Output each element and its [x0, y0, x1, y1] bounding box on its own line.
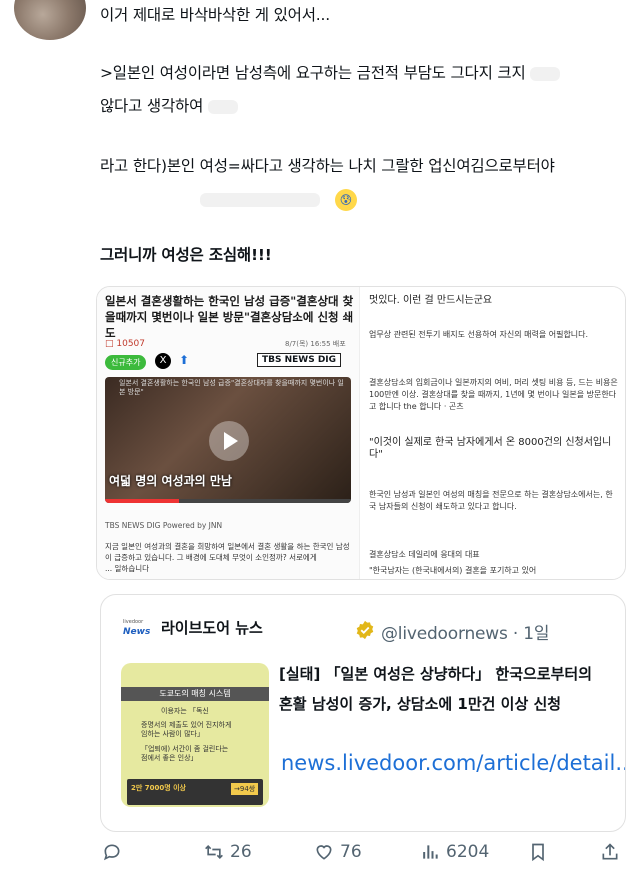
article-text: 업무상 관련된 전투기 배지도 선용하여 자신의 매력을 어필합니다.	[369, 330, 589, 339]
tweet-line: 그러니까 여성은 조심해!!!	[100, 246, 272, 264]
thumb-stat: 2만 7000명 이상	[131, 784, 186, 792]
share-icon: ⬆	[179, 353, 190, 367]
livedoor-logo: livedoor News	[123, 619, 151, 637]
blurred-emoji	[207, 99, 238, 114]
play-icon	[209, 421, 249, 461]
view-count: 6204	[446, 842, 490, 862]
thumb-title: 도쿄도의 매칭 시스템	[121, 687, 269, 701]
x-icon: X	[155, 353, 171, 369]
comment-count: □ 10507	[105, 339, 146, 349]
retweet-count: 26	[230, 842, 252, 862]
quoted-link-card[interactable]: livedoor News 라이브도어 뉴스 @livedoornews · 1일…	[100, 594, 626, 832]
video-overlay-text: 일본서 결혼생활하는 한국인 남성 급증"결혼상대자를 찾을때까지 몇번이나 일…	[119, 379, 344, 396]
anxious-face-emoji: 😰	[334, 188, 357, 211]
article-quote: "이것이 실제로 한국 남자에게서 온 8000건의 신청서입니다"	[369, 437, 612, 460]
reply-button[interactable]	[102, 842, 122, 862]
tweet-line: 😰	[100, 188, 357, 211]
link-url[interactable]: news.livedoor.com/article/detail......	[281, 747, 625, 779]
account-name[interactable]: 라이브도어 뉴스	[161, 617, 263, 638]
link-title[interactable]: [실태] 「일본 여성은 상냥하다」 한국으로부터의 혼활 남성이 증가, 상담…	[279, 659, 609, 719]
blurred-emoji	[530, 66, 561, 81]
video-credit: TBS NEWS DIG Powered by JNN	[105, 521, 223, 530]
media-image-left[interactable]: 일본서 결혼생활하는 한국인 남성 급증"결혼상대 찾을때까지 몇번이나 일본 …	[97, 287, 360, 579]
like-button[interactable]: 76	[314, 842, 362, 862]
article-text: 한국인 남성과 일본인 여성의 매칭을 전문으로 하는 결혼상담소에서는, 한국…	[369, 490, 613, 511]
avatar[interactable]	[14, 0, 86, 40]
tweet-line: 라고 한다)본인 여성=싸다고 생각하는 나치 그랄한 업신여김으로부터야	[100, 157, 555, 175]
bookmark-button[interactable]	[528, 842, 548, 862]
tweet-line: 않다고 생각하여	[100, 95, 238, 117]
media-image-right[interactable]: 멋있다. 이런 걸 만드시는군요 업무상 관련된 전투기 배지도 선용하여 자신…	[361, 287, 625, 579]
video-player: 일본서 결혼생활하는 한국인 남성 급증"결혼상대자를 찾을때까지 몇번이나 일…	[105, 377, 351, 503]
news-body: 지금 일본인 여성과의 결혼을 희망하여 일본에서 결혼 생활을 하는 한국인 …	[105, 542, 350, 573]
article-text: 멋있다. 이런 걸 만드시는군요	[369, 295, 493, 306]
share-button[interactable]	[600, 842, 620, 862]
account-handle[interactable]: @livedoornews · 1일	[381, 619, 550, 644]
tweet-media[interactable]: 일본서 결혼생활하는 한국인 남성 급증"결혼상대 찾을때까지 몇번이나 일본 …	[96, 286, 626, 580]
share-icon	[602, 843, 618, 860]
article-text: 결혼상담소의 입회금이나 일본까지의 여비, 머리 셋팅 비용 등, 드는 비용…	[369, 378, 618, 411]
views-chart-icon	[423, 845, 438, 859]
video-caption: 여덟 명의 여성과의 만남	[109, 474, 232, 488]
thumb-badge: →94쌍	[231, 783, 259, 795]
retweet-icon	[205, 844, 223, 860]
tbs-logo: TBS NEWS DIG	[257, 353, 342, 367]
tweet-action-bar: 26 76 6204	[0, 842, 640, 870]
tweet-line: >일본인 여성이라면 남성측에 요구하는 금전적 부담도 그다지 크지	[100, 62, 561, 84]
thumb-text: 이용자는 「독신	[161, 707, 209, 715]
bookmark-icon	[532, 843, 544, 862]
link-thumbnail[interactable]: 도쿄도의 매칭 시스템 이용자는 「독신 증명서의 제출도 있어 진지하게 임하…	[121, 663, 269, 807]
thumb-text: 증명서의 제출도 있어 진지하게	[141, 721, 232, 729]
thumb-text: 임하는 사람이 많다」	[141, 730, 204, 738]
heart-icon	[316, 845, 332, 860]
video-progress	[105, 499, 351, 503]
follow-chip: 신규추가	[105, 355, 147, 370]
blurred-emoji	[200, 192, 320, 207]
reply-icon	[103, 844, 120, 861]
views-button[interactable]: 6204	[420, 842, 489, 862]
thumb-text: 「업퇴에) 서간이 좀 걸린다는	[141, 745, 229, 753]
tweet-line: 이거 제대로 바삭바삭한 게 있어서...	[100, 6, 330, 24]
thumb-text: 점에서 좋은 인상」	[141, 754, 198, 762]
like-count: 76	[340, 842, 362, 862]
article-text: 결혼상담소 데일리에 응대의 대표	[369, 550, 480, 559]
article-text: "한국남자는 (한국내에서의) 결혼을 포기하고 있어	[369, 566, 537, 575]
news-headline: 일본서 결혼생활하는 한국인 남성 급증"결혼상대 찾을때까지 몇번이나 일본 …	[105, 294, 354, 340]
publish-date: 8/7(목) 16:55 배포	[285, 340, 346, 348]
verified-badge-icon	[356, 620, 374, 640]
retweet-button[interactable]: 26	[204, 842, 252, 862]
